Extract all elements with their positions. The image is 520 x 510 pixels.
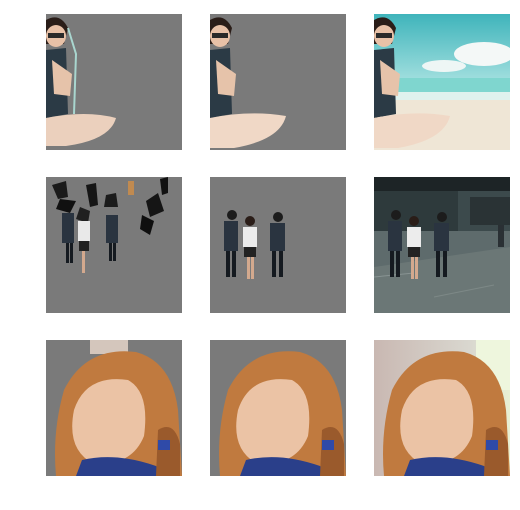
beach-original-photo: [374, 14, 510, 150]
face-coarse-mask-image: [46, 340, 182, 476]
beach-refined-mask-image: [210, 14, 346, 150]
street-coarse-mask-image: [46, 177, 182, 313]
beach-coarse-mask-image: [46, 14, 182, 150]
street-original-photo: [374, 177, 510, 313]
face-refined-mask-image: [210, 340, 346, 476]
face-original-photo: [374, 340, 510, 476]
street-refined-mask-image: [210, 177, 346, 313]
